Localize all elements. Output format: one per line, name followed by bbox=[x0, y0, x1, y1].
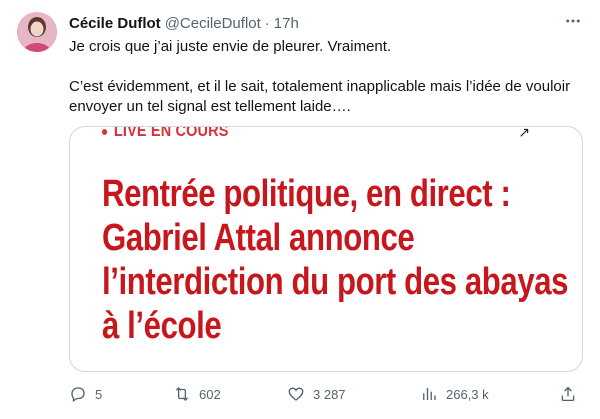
retweet-icon bbox=[175, 387, 189, 401]
reply-button[interactable]: 5 bbox=[69, 385, 102, 403]
tweet-paragraph-1: Je crois que j’ai juste envie de pleurer… bbox=[69, 38, 392, 55]
tweet-paragraph-2: C’est évidemment, et il le sait, totalem… bbox=[69, 78, 571, 115]
author-handle[interactable]: @CecileDuflot bbox=[165, 15, 261, 32]
tweet-text: Je crois que j’ai juste envie de pleurer… bbox=[69, 37, 584, 117]
share-mark-icon: ↗ bbox=[518, 126, 530, 140]
live-dot bbox=[102, 128, 108, 135]
headline-line: à l’école bbox=[102, 305, 222, 347]
tweet[interactable]: Cécile Duflot @CecileDuflot · 17h Je cro… bbox=[0, 0, 600, 419]
avatar-image bbox=[17, 12, 57, 52]
retweet-button[interactable]: 602 bbox=[173, 385, 221, 403]
author-name[interactable]: Cécile Duflot bbox=[69, 15, 161, 32]
media-card[interactable]: LIVE EN COURS ↗ Rentrée politique, en di… bbox=[69, 126, 583, 372]
headline-line: Gabriel Attal annonce bbox=[102, 217, 415, 259]
separator-dot: · bbox=[264, 14, 270, 32]
views-icon bbox=[423, 388, 436, 400]
tweet-header: Cécile Duflot @CecileDuflot · 17h bbox=[69, 13, 299, 33]
headline-line: Rentrée politique, en direct : bbox=[102, 173, 511, 215]
reply-count: 5 bbox=[95, 386, 103, 402]
headline-line: l’interdiction du port des abayas bbox=[102, 261, 569, 303]
action-bar: 5 602 3 287 266,3 k bbox=[69, 384, 584, 404]
heart-icon bbox=[288, 387, 304, 401]
reply-icon bbox=[71, 387, 85, 403]
share-icon bbox=[561, 386, 575, 402]
like-count: 3 287 bbox=[313, 386, 346, 402]
more-button[interactable] bbox=[562, 10, 584, 32]
retweet-count: 602 bbox=[199, 386, 221, 402]
live-text: LIVE EN COURS bbox=[113, 126, 229, 140]
timestamp[interactable]: 17h bbox=[274, 15, 299, 32]
view-count: 266,3 k bbox=[446, 386, 489, 402]
share-button[interactable] bbox=[559, 385, 577, 403]
views-button[interactable]: 266,3 k bbox=[420, 385, 489, 403]
like-button[interactable]: 3 287 bbox=[287, 385, 346, 403]
more-icon bbox=[566, 19, 580, 23]
media-headline: Rentrée politique, en direct : Gabriel A… bbox=[102, 172, 569, 348]
live-label: LIVE EN COURS bbox=[102, 126, 229, 141]
avatar[interactable] bbox=[17, 12, 57, 52]
